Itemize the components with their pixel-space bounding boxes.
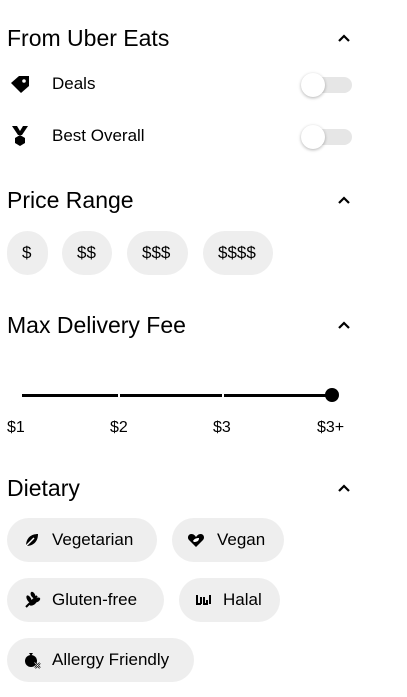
toggle-row-deals: Deals	[7, 67, 352, 99]
delivery-fee-slider[interactable]: $1 $2 $3 $3+	[7, 380, 352, 440]
section-title: Dietary	[7, 475, 80, 501]
medal-icon	[12, 126, 28, 146]
price-option-1[interactable]: $	[7, 231, 48, 275]
chevron-up-icon[interactable]	[336, 30, 352, 46]
section-header-delivery-fee[interactable]: Max Delivery Fee	[7, 310, 352, 340]
price-option-3[interactable]: $$$	[127, 231, 188, 275]
toggle-row-best-overall: Best Overall	[7, 119, 352, 151]
slider-handle[interactable]	[325, 388, 339, 402]
price-option-4[interactable]: $$$$	[203, 231, 273, 275]
deals-toggle[interactable]	[301, 73, 352, 97]
toggle-label: Best Overall	[52, 126, 145, 145]
slider-segment	[120, 394, 222, 397]
slider-label-1: $1	[7, 419, 25, 436]
leaf-icon	[25, 534, 38, 547]
chevron-up-icon[interactable]	[336, 480, 352, 496]
dietary-label: Allergy Friendly	[52, 650, 170, 669]
section-header-price-range[interactable]: Price Range	[7, 185, 352, 215]
tag-icon	[11, 76, 29, 93]
dietary-halal[interactable]: Halal	[179, 578, 280, 622]
dietary-label: Gluten-free	[52, 590, 138, 609]
section-header-dietary[interactable]: Dietary	[7, 473, 352, 503]
best-overall-toggle[interactable]	[301, 125, 352, 149]
section-title: Max Delivery Fee	[7, 312, 186, 338]
slider-segment	[22, 394, 118, 397]
halal-icon	[196, 595, 211, 605]
price-label: $$$	[142, 243, 171, 262]
price-label: $	[22, 243, 32, 262]
price-option-2[interactable]: $$	[62, 231, 112, 275]
dietary-label: Vegetarian	[52, 530, 134, 549]
section-header-uber-eats[interactable]: From Uber Eats	[7, 23, 352, 53]
heart-leaf-icon	[187, 534, 205, 547]
dietary-gluten-free[interactable]: Gluten-free	[7, 578, 164, 622]
chevron-up-icon[interactable]	[336, 192, 352, 208]
dietary-vegan[interactable]: Vegan	[172, 518, 284, 562]
dietary-label: Halal	[223, 590, 262, 609]
slider-segment	[224, 394, 332, 397]
switch-knob	[301, 73, 325, 97]
dietary-label: Vegan	[217, 530, 266, 549]
wheat-icon	[25, 591, 41, 608]
allergen-icon	[25, 653, 41, 669]
switch-knob	[301, 125, 325, 149]
slider-label-3: $3	[213, 419, 231, 436]
section-title: From Uber Eats	[7, 25, 170, 51]
toggle-label: Deals	[52, 74, 96, 93]
chevron-up-icon[interactable]	[336, 317, 352, 333]
price-label: $$$$	[218, 243, 256, 262]
price-label: $$	[77, 243, 96, 262]
slider-label-2: $2	[110, 419, 128, 436]
dietary-allergy-friendly[interactable]: Allergy Friendly	[7, 638, 194, 682]
dietary-vegetarian[interactable]: Vegetarian	[7, 518, 157, 562]
section-title: Price Range	[7, 187, 134, 213]
slider-label-4: $3+	[317, 419, 345, 436]
